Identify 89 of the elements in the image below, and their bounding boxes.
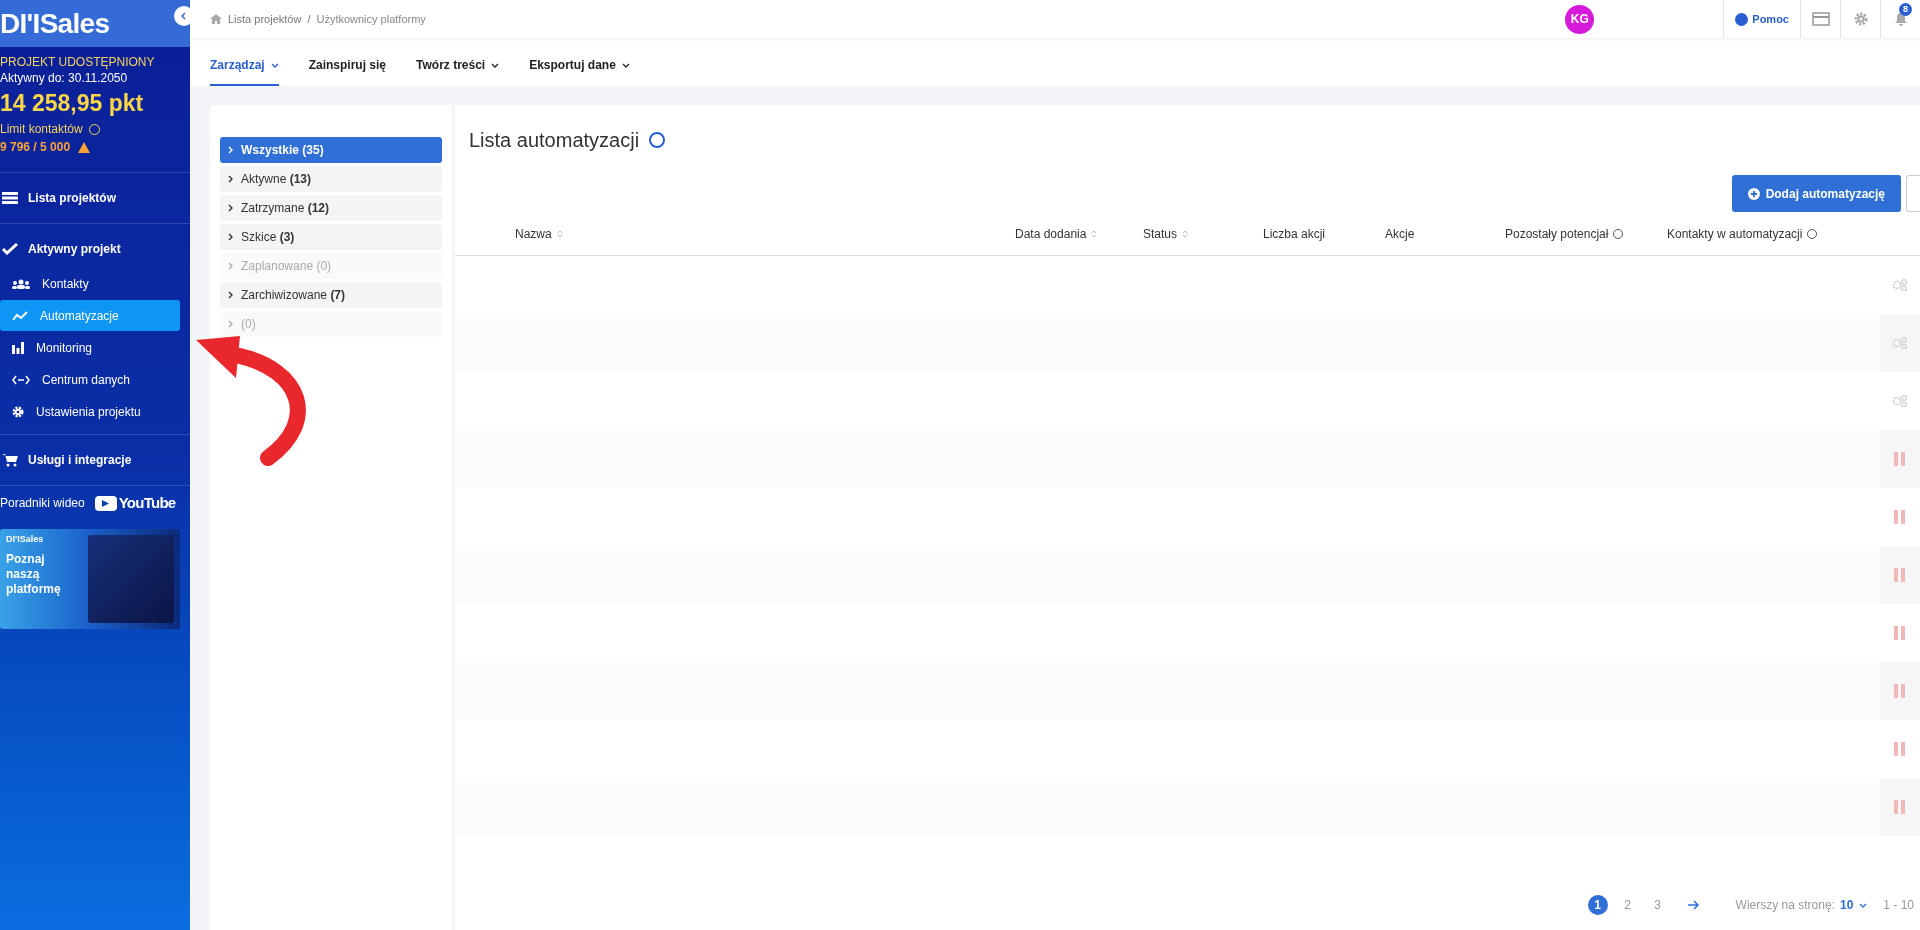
contact-limit-label: Limit kontaktów (0, 121, 83, 138)
nav-item[interactable]: Kontakty (0, 268, 180, 299)
nav-section[interactable]: Usługi i integracje (0, 442, 190, 478)
video-tutorials-label: Poradniki wideo (0, 495, 85, 513)
youtube-link[interactable]: YouTube (94, 492, 176, 515)
caret-icon (491, 62, 500, 68)
nav-section[interactable]: Aktywny projekt (0, 231, 190, 267)
page-range: 1 - 10 (1883, 897, 1914, 914)
breadcrumb-link[interactable]: Lista projektów (228, 10, 302, 28)
page-title: Lista automatyzacji (469, 128, 640, 153)
chevron-icon (228, 146, 233, 154)
home-icon (210, 14, 222, 24)
pause-icon[interactable] (1894, 742, 1906, 756)
gears-icon[interactable] (1892, 279, 1908, 291)
caret-icon (621, 62, 630, 68)
chevron-left-icon (180, 12, 188, 20)
chevron-icon (228, 262, 233, 270)
promo-text: Poznaj naszą platformę (6, 552, 62, 597)
chevron-icon (228, 291, 233, 299)
promo-banner[interactable]: DI'ISales Poznaj naszą platformę (0, 528, 180, 629)
cart-icon (2, 453, 18, 467)
chart-icon (12, 310, 28, 321)
arrows-icon (12, 374, 30, 385)
chevron-icon (228, 204, 233, 212)
sort-icon (1091, 229, 1098, 239)
gears-icon[interactable] (1892, 337, 1908, 349)
sort-icon (1182, 229, 1189, 239)
user-avatar[interactable]: KG (1565, 4, 1595, 34)
project-status: PROJEKT UDOSTĘPNIONY (0, 54, 156, 70)
active-until: Aktywny do: 30.11.2050 (0, 70, 129, 86)
breadcrumb-separator: / (307, 11, 311, 27)
column-header[interactable]: Pozostały potencjał (1505, 225, 1624, 243)
nav-item[interactable]: Centrum danych (0, 364, 180, 395)
check-icon (2, 243, 18, 255)
nav-item[interactable]: Ustawienia projektu (0, 396, 180, 427)
play-icon (94, 495, 117, 511)
column-header[interactable]: Liczba akcji (1263, 225, 1326, 243)
column-header[interactable]: Nazwa (515, 225, 563, 243)
people-icon (12, 278, 30, 289)
filter-item[interactable]: Szkice (3) (220, 224, 442, 250)
pause-icon[interactable] (1894, 510, 1906, 524)
contact-limit-value: 9 796 / 5 000 (0, 139, 71, 156)
pause-icon[interactable] (1894, 626, 1906, 640)
logo: DI'ISales (0, 9, 110, 38)
filter-item[interactable]: Zatrzymane (12) (220, 195, 442, 221)
column-header[interactable]: Data dodania (1015, 225, 1098, 243)
pause-icon[interactable] (1894, 452, 1906, 466)
bell-icon (1893, 12, 1908, 26)
credit-card-icon (1811, 12, 1830, 26)
list-icon (2, 192, 18, 204)
gear-icon (12, 405, 24, 418)
settings-icon (1853, 12, 1868, 26)
bars-icon (12, 341, 24, 354)
chevron-icon (228, 175, 233, 183)
tab[interactable]: Zainspiruj się (308, 46, 387, 86)
filter-item[interactable]: Aktywne (13) (220, 166, 442, 192)
tab[interactable]: Eksportuj dane (529, 46, 630, 86)
plus-circle-icon (1747, 187, 1760, 200)
chevron-icon (228, 233, 233, 241)
promo-brand: DI'ISales (6, 532, 45, 546)
nav-section[interactable]: Lista projektów (0, 180, 190, 216)
pause-icon[interactable] (1894, 800, 1906, 814)
column-header[interactable]: Akcje (1385, 225, 1415, 243)
column-header[interactable]: Status (1143, 225, 1189, 243)
filter-item[interactable]: Wszystkie (35) (220, 137, 442, 163)
chevron-icon (228, 320, 233, 328)
caret-icon (1859, 902, 1868, 908)
warning-icon (78, 141, 91, 153)
next-page-icon[interactable] (1687, 900, 1700, 910)
tab[interactable]: Zarządzaj (210, 46, 279, 86)
column-header[interactable]: Kontakty w automatyzacji (1667, 225, 1818, 243)
sort-icon (556, 229, 563, 239)
secondary-button[interactable] (1906, 175, 1920, 212)
rows-per-page-select[interactable]: 10 (1839, 896, 1868, 914)
tab[interactable]: Twórz treści (416, 46, 500, 86)
pause-icon[interactable] (1894, 568, 1906, 582)
nav-item[interactable]: Monitoring (0, 332, 180, 363)
help-icon (1735, 12, 1749, 26)
breadcrumb-link[interactable]: Użytkownicy platformy (316, 10, 426, 28)
points-balance: 14 258,95 pkt (0, 89, 145, 118)
caret-icon (270, 62, 279, 68)
gears-icon[interactable] (1892, 395, 1908, 407)
page-link[interactable]: 1 (1587, 895, 1608, 915)
notification-count: 8 (1899, 3, 1912, 16)
add-automation-button[interactable]: Dodaj automatyzację (1731, 175, 1901, 212)
pause-icon[interactable] (1894, 684, 1906, 698)
rows-per-page-label: Wierszy na stronę: (1735, 897, 1835, 914)
help-icon (649, 132, 666, 148)
filter-item[interactable]: Zarchiwizowane (7) (220, 282, 442, 308)
